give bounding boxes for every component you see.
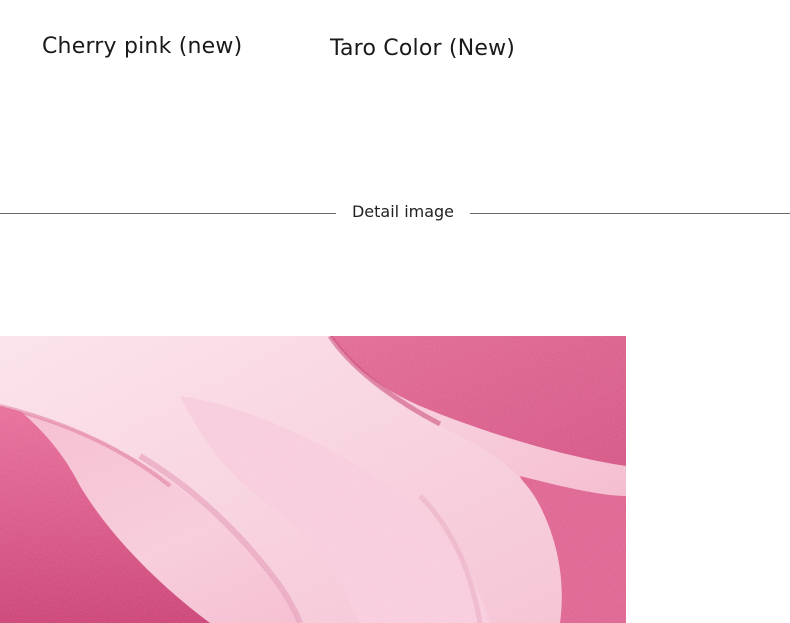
color-option-label-cherry-pink: Cherry pink (new) <box>42 34 243 59</box>
divider-right <box>470 213 790 214</box>
section-title: Detail image <box>351 202 455 221</box>
detail-photo <box>0 336 626 623</box>
color-option-label-taro: Taro Color (New) <box>330 36 516 61</box>
fabric-image <box>0 336 626 623</box>
divider-left <box>0 213 336 214</box>
